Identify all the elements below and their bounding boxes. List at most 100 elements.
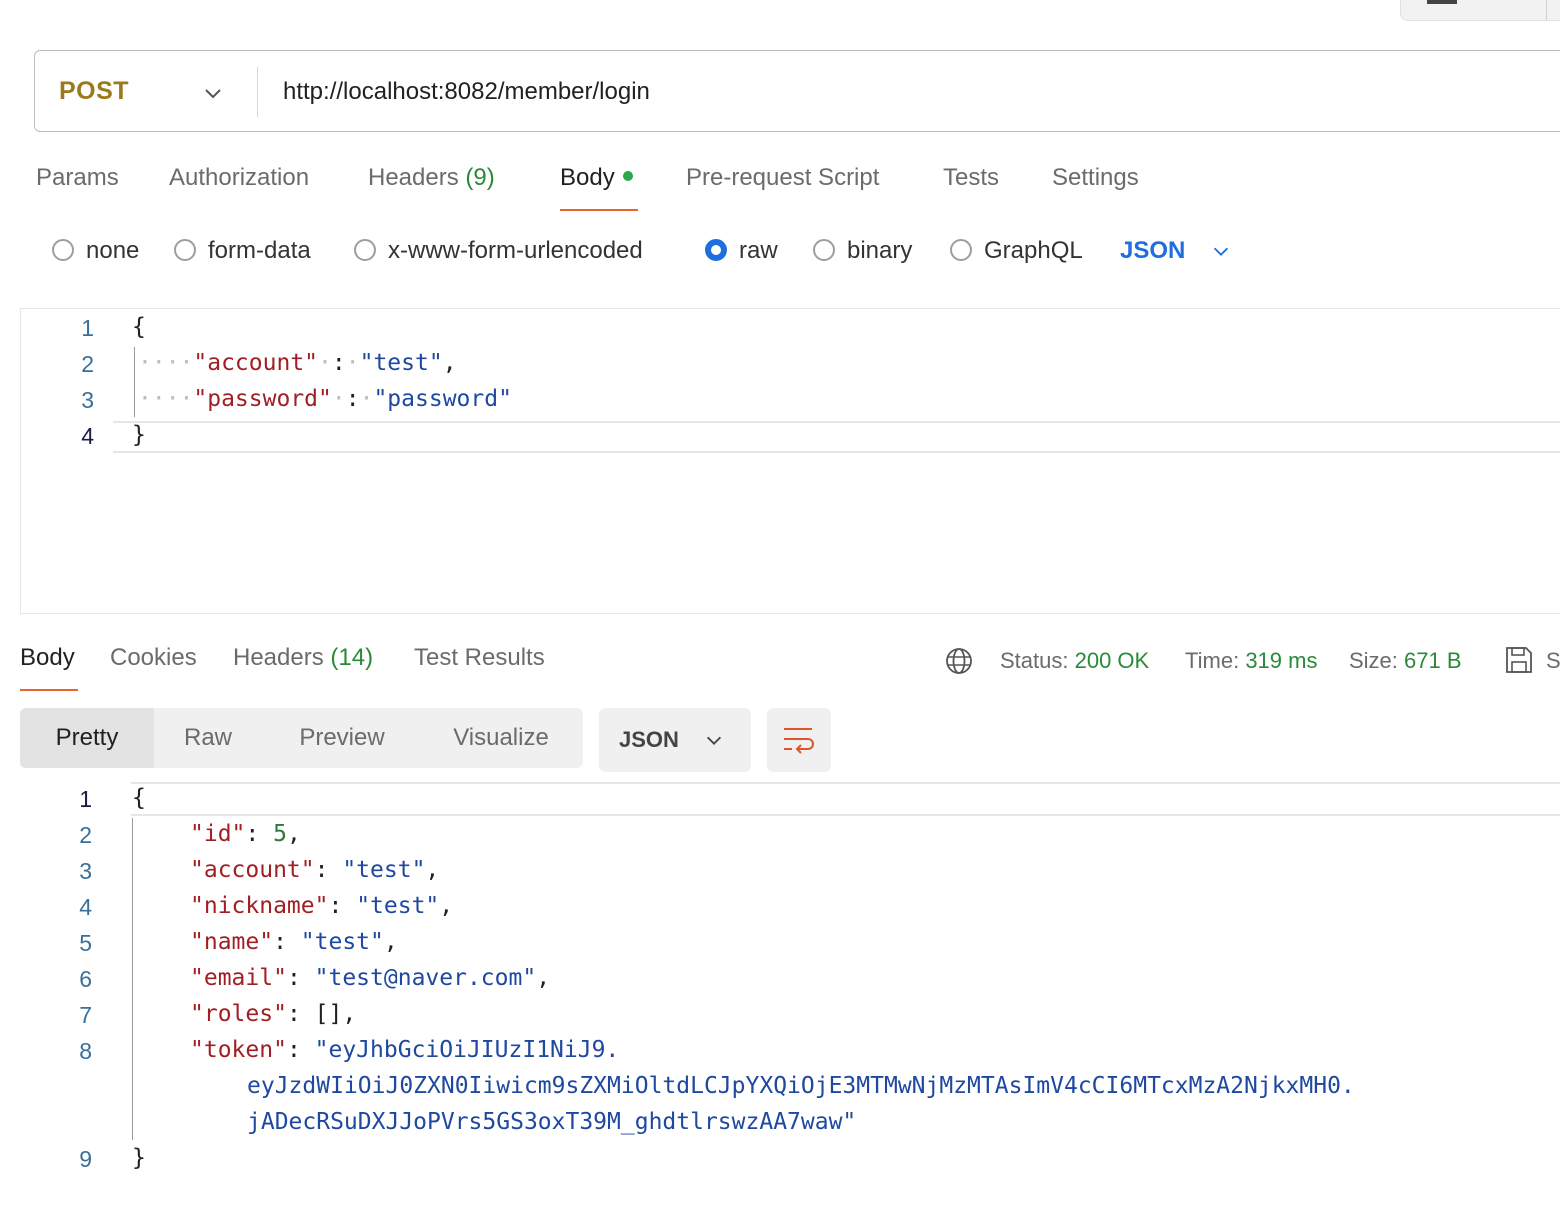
indent-guide [132, 818, 133, 1140]
format-label: JSON [619, 727, 679, 752]
code-line: "token": "eyJhbGciOiJIUzI1NiJ9. [190, 1037, 619, 1063]
line-number: 4 [81, 423, 94, 449]
radio-circle-icon [813, 239, 835, 261]
json-array: [] [314, 1001, 343, 1027]
active-tab-indicator [560, 209, 638, 211]
whitespace-dots: ···· [138, 386, 194, 412]
size-value: 671 B [1404, 648, 1462, 673]
tab-headers[interactable]: Headers (9) [368, 164, 495, 192]
brace: } [132, 1145, 146, 1171]
comma: , [383, 929, 398, 955]
tab-label: Headers [368, 164, 459, 191]
modified-dot-icon [622, 170, 633, 181]
code-line: "email": "test@naver.com", [190, 965, 550, 991]
tab-label: Body [560, 164, 615, 191]
json-key: "token" [190, 1037, 287, 1063]
wrap-lines-icon [784, 728, 814, 754]
view-mode-selector: Pretty Raw Preview Visualize [20, 708, 583, 768]
tab-authorization[interactable]: Authorization [169, 164, 309, 192]
colon: : [245, 821, 274, 847]
line-number: 2 [81, 351, 94, 377]
active-tab-indicator [20, 689, 78, 691]
colon: : [345, 386, 360, 412]
time-value: 319 ms [1245, 648, 1318, 673]
globe-icon[interactable] [944, 646, 974, 676]
json-string: "test" [356, 893, 440, 919]
whitespace-dots: · [345, 350, 360, 376]
view-visualize[interactable]: Visualize [440, 708, 562, 768]
line-number: 2 [79, 822, 92, 848]
comma: , [536, 965, 551, 991]
tab-body[interactable]: Body [560, 164, 633, 192]
tab-tests[interactable]: Tests [943, 164, 999, 192]
json-string: jADecRSuDXJJoPVrs5GS3oxT39M_ghdtlrswzAA7… [247, 1109, 857, 1135]
time-text: Time: 319 ms [1185, 648, 1317, 674]
tab-params[interactable]: Params [36, 164, 119, 192]
method-select[interactable]: POST [59, 77, 129, 106]
chevron-down-icon[interactable] [1210, 240, 1232, 262]
colon: : [273, 929, 301, 955]
whitespace-dots: · [318, 350, 332, 376]
radio-label: raw [739, 237, 778, 264]
json-key: "email" [190, 965, 287, 991]
json-key: "nickname" [190, 893, 329, 919]
response-format-select[interactable]: JSON [599, 708, 751, 772]
tab-response-body[interactable]: Body [20, 644, 75, 672]
tab-label: Headers [233, 644, 324, 671]
code-line: { [132, 785, 146, 811]
url-input[interactable]: http://localhost:8082/member/login [283, 78, 650, 106]
json-string: eyJzdWIiOiJ0ZXN0Iiwicm9sZXMiOltdLCJpYXQi… [247, 1073, 1355, 1099]
headers-count: (14) [330, 644, 374, 671]
tab-cookies[interactable]: Cookies [110, 644, 197, 672]
radio-label: x-www-form-urlencoded [388, 237, 643, 264]
radio-circle-icon [705, 239, 727, 261]
view-preview[interactable]: Preview [288, 708, 396, 768]
toolbar-icon-fragment [1427, 0, 1457, 4]
code-line: "name": "test", [190, 929, 398, 955]
current-line-highlight [131, 782, 1560, 816]
request-url-bar: POST http://localhost:8082/member/login [34, 50, 1560, 132]
json-string: "eyJhbGciOiJIUzI1NiJ9. [314, 1037, 620, 1063]
brace: } [132, 422, 146, 448]
code-line: "id": 5, [190, 821, 301, 847]
radio-circle-icon [354, 239, 376, 261]
line-number: 1 [79, 786, 92, 812]
json-key: "password" [193, 386, 332, 412]
line-number: 4 [79, 894, 92, 920]
radio-label: none [86, 237, 140, 264]
whitespace-dots: · [359, 386, 374, 412]
comma: , [286, 821, 301, 847]
chevron-down-icon[interactable] [201, 81, 225, 105]
code-line-wrapped: eyJzdWIiOiJ0ZXN0Iiwicm9sZXMiOltdLCJpYXQi… [247, 1073, 1355, 1099]
json-key: "id" [190, 821, 246, 847]
tab-test-results[interactable]: Test Results [414, 644, 545, 672]
body-language-select[interactable]: JSON [1120, 237, 1185, 265]
save-response-label[interactable]: S [1546, 648, 1560, 674]
save-icon[interactable] [1504, 645, 1534, 675]
top-toolbar-stub [1400, 0, 1560, 21]
json-number: 5 [273, 821, 287, 847]
comma: , [442, 350, 457, 376]
code-line: } [132, 1145, 146, 1171]
current-line-highlight [113, 421, 1560, 453]
tab-settings[interactable]: Settings [1052, 164, 1139, 192]
line-number: 9 [79, 1146, 92, 1172]
line-number: 3 [81, 387, 94, 413]
json-key: "account" [193, 350, 319, 376]
line-number: 6 [79, 966, 92, 992]
tab-pre-request-script[interactable]: Pre-request Script [686, 164, 879, 192]
colon: : [286, 965, 315, 991]
radio-circle-icon [950, 239, 972, 261]
wrap-lines-button[interactable] [767, 708, 831, 772]
size-label: Size: [1349, 648, 1398, 673]
code-line: ····"password"·:·"password" [138, 386, 512, 412]
line-number: 5 [79, 930, 92, 956]
view-raw[interactable]: Raw [166, 708, 250, 768]
colon: : [286, 1037, 315, 1063]
tab-response-headers[interactable]: Headers (14) [233, 644, 373, 672]
size-text: Size: 671 B [1349, 648, 1462, 674]
json-string: "test" [359, 350, 443, 376]
json-string: "test@naver.com" [314, 965, 537, 991]
view-pretty[interactable]: Pretty [20, 708, 154, 768]
time-label: Time: [1185, 648, 1240, 673]
